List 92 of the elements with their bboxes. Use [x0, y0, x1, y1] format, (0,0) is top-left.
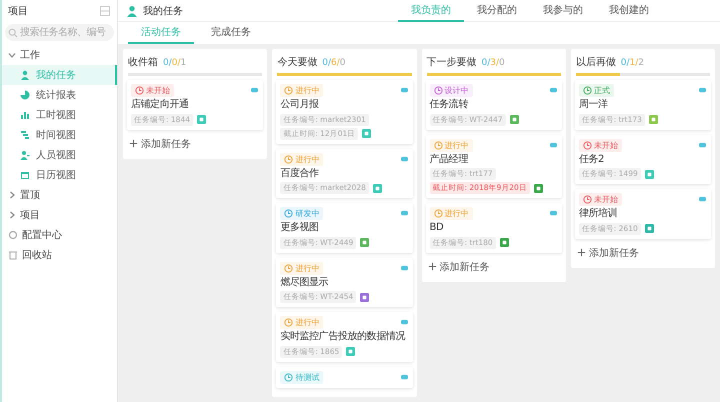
status-tag: 进行中 [430, 207, 472, 220]
task-counts: 0/0/1 [163, 58, 186, 68]
add-task-button[interactable]: 添加新任务 [422, 258, 496, 278]
plus-icon [576, 248, 586, 257]
status-tag: 未开始 [578, 138, 622, 152]
timeline-icon [20, 130, 30, 140]
layout-icon[interactable] [99, 5, 111, 17]
status-tag: 进行中 [280, 262, 324, 274]
add-task-button[interactable]: 添加新任务 [123, 134, 197, 154]
tab[interactable]: 我参与的 [530, 0, 596, 22]
plus-icon [129, 139, 138, 148]
status-tag: 正式 [578, 84, 614, 97]
tree-item[interactable]: 项目 [2, 205, 117, 225]
status-tag: 待测试 [280, 370, 324, 384]
status-tag: 进行中 [280, 152, 324, 166]
status-tag: 设计中 [430, 84, 472, 97]
add-task-button[interactable]: 添加新任务 [570, 244, 645, 264]
comment-icon[interactable] [400, 156, 408, 162]
comment-icon[interactable] [698, 142, 707, 148]
task-title: 百度合作 [280, 168, 320, 180]
clock-icon [284, 372, 294, 382]
comment-icon[interactable] [698, 196, 707, 203]
task-title: 实时监控广告投放的数据情况 [280, 331, 406, 344]
comment-icon[interactable] [698, 87, 707, 94]
clock-icon [284, 318, 294, 327]
page-title: 我的任务 [143, 4, 183, 18]
status-tag: 进行中 [280, 316, 324, 329]
comment-icon[interactable] [400, 210, 408, 217]
pie-chart-icon [20, 90, 30, 100]
people-icon [20, 150, 30, 160]
status-tag: 进行中 [280, 84, 324, 97]
bar-chart-icon [20, 110, 30, 120]
task-title: 任务2 [578, 154, 605, 166]
status-tag: 研发中 [280, 207, 324, 220]
tree-item[interactable]: 置顶 [2, 185, 117, 205]
nav-item[interactable]: 时间视图 [2, 125, 117, 145]
status-tag: 进行中 [430, 138, 472, 152]
nav-item[interactable]: 回收站 [2, 245, 117, 265]
column-title: 收件箱 [128, 56, 158, 69]
nav-item[interactable]: 人员视图 [2, 145, 117, 165]
nav-item[interactable]: 日历视图 [2, 165, 117, 185]
subtab[interactable]: 完成任务 [198, 22, 264, 44]
nav-item[interactable]: 工时视图 [2, 105, 117, 125]
comment-icon[interactable] [400, 319, 408, 326]
task-title: 产品经理 [430, 154, 470, 166]
status-tag: 未开始 [131, 84, 174, 97]
search-field[interactable]: 搜索任务名称、编号 [5, 24, 114, 41]
comment-icon[interactable] [548, 87, 558, 94]
task-title: 律所培训 [578, 208, 618, 220]
sidebar-title: 项目 [8, 5, 28, 18]
nav-item[interactable]: 配置中心 [2, 225, 117, 245]
comment-icon[interactable] [400, 374, 408, 380]
clock-icon [434, 140, 442, 150]
clock-icon [135, 86, 144, 95]
tab[interactable]: 我创建的 [596, 0, 662, 22]
calendar-icon [20, 170, 30, 180]
clock-icon [582, 195, 592, 204]
clock-icon [284, 86, 294, 95]
column-title: 下一步要做 [426, 56, 476, 69]
comment-icon[interactable] [250, 87, 260, 94]
comment-icon[interactable] [400, 87, 408, 94]
task-title: BD [430, 222, 444, 234]
column-title: 以后再做 [576, 56, 616, 69]
comment-icon[interactable] [548, 142, 558, 148]
clock-icon [284, 264, 294, 272]
task-title: 公司月报 [280, 99, 320, 112]
search-icon [8, 28, 18, 38]
tab[interactable]: 我分配的 [464, 0, 530, 22]
column-title: 今天要做 [277, 56, 318, 69]
comment-icon[interactable] [548, 210, 558, 217]
task-counts: 0/1/2 [620, 58, 644, 68]
plus-icon [428, 262, 436, 271]
tree-item[interactable]: 工作 [2, 45, 117, 65]
comment-icon[interactable] [400, 264, 408, 272]
status-tag: 未开始 [578, 193, 622, 206]
task-title: 燃尽图显示 [280, 276, 330, 289]
clock-icon [434, 209, 442, 218]
clock-icon [284, 209, 294, 218]
nav-item[interactable]: 统计报表 [2, 85, 117, 105]
task-counts: 0/3/0 [482, 58, 505, 68]
person-icon [20, 70, 30, 80]
clock-icon [284, 154, 294, 164]
task-counts: 0/6/0 [322, 58, 346, 68]
task-title: 周一洋 [578, 99, 609, 112]
trash-icon [8, 250, 18, 260]
clock-icon [582, 86, 592, 95]
task-title: 任务流转 [430, 99, 470, 112]
task-title: 店铺定向开通 [131, 99, 190, 112]
clock-icon [434, 86, 442, 95]
task-title: 更多视图 [280, 222, 320, 234]
clock-icon [582, 140, 592, 150]
person-icon [126, 4, 138, 16]
